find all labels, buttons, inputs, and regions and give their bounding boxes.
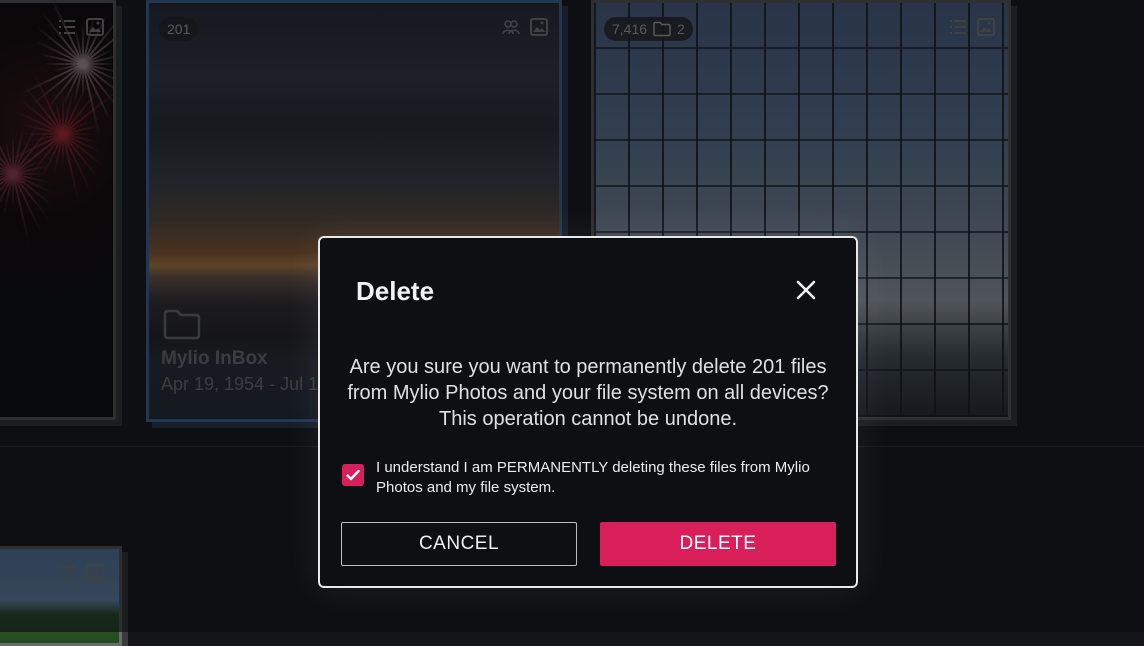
tile-toolbar [57, 17, 105, 37]
image-icon[interactable] [976, 17, 996, 37]
list-icon[interactable] [57, 17, 77, 37]
folder-info: Mylio InBox Apr 19, 1954 - Jul 1 [161, 348, 318, 395]
confirm-row: I understand I am PERMANENTLY deleting t… [342, 458, 834, 498]
image-icon[interactable] [85, 17, 105, 37]
image-icon[interactable] [529, 17, 549, 37]
tile-toolbar [57, 563, 105, 583]
file-count-badge: 7,416 2 [604, 17, 693, 41]
dialog-title: Delete [356, 276, 435, 306]
fireworks-image [0, 3, 113, 417]
image-icon[interactable] [85, 563, 105, 583]
delete-button[interactable]: DELETE [600, 522, 836, 566]
list-icon[interactable] [948, 17, 968, 37]
cancel-button[interactable]: CANCEL [341, 522, 577, 566]
folder-date-range: Apr 19, 1954 - Jul 1 [161, 374, 319, 394]
confirm-checkbox[interactable] [342, 464, 364, 486]
delete-dialog: Delete Are you sure you want to permanen… [318, 236, 858, 588]
people-icon[interactable] [501, 17, 521, 37]
grid-tile-landscape[interactable] [0, 546, 122, 646]
dialog-message: Are you sure you want to permanently del… [347, 356, 829, 430]
file-count-badge: 201 [159, 17, 199, 41]
folder-name: Mylio InBox [161, 348, 268, 369]
checkmark-icon [346, 469, 360, 481]
grid-tile-fireworks[interactable] [0, 0, 116, 420]
confirm-label: I understand I am PERMANENTLY deleting t… [376, 459, 810, 496]
folder-icon [163, 309, 201, 340]
close-icon[interactable] [794, 278, 818, 302]
list-icon[interactable] [57, 563, 77, 583]
tile-toolbar [501, 17, 549, 37]
folder-icon [653, 21, 671, 37]
tile-toolbar [948, 17, 996, 37]
